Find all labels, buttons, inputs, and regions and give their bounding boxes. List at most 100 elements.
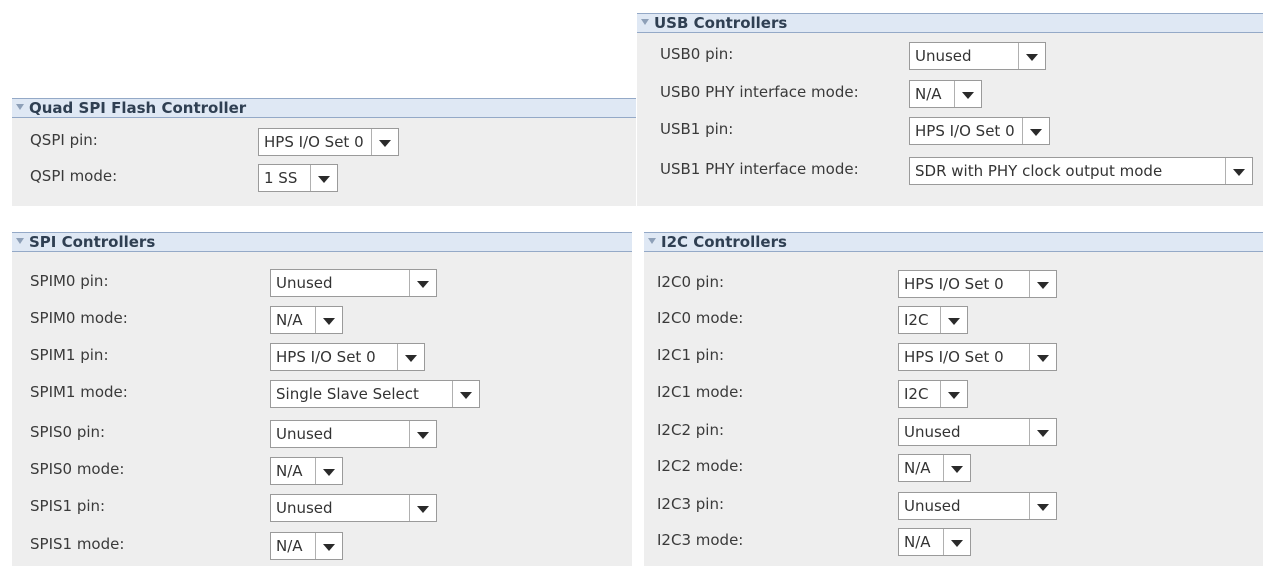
dropdown-button[interactable] (409, 421, 436, 447)
i2c1-mode-select[interactable]: I2C (898, 380, 968, 408)
panel-separator (0, 206, 1263, 232)
usb1-pin-select[interactable]: HPS I/O Set 0 (909, 117, 1050, 145)
i2c2-pin-label: I2C2 pin: (657, 421, 725, 439)
selected-value: HPS I/O Set 0 (264, 133, 364, 151)
i2c0-mode-row: I2C0 mode: I2C (644, 306, 1263, 334)
usb1-pin-row: USB1 pin: HPS I/O Set 0 (637, 117, 1263, 145)
dropdown-button[interactable] (1022, 118, 1049, 144)
spim0-mode-label: SPIM0 mode: (30, 309, 128, 327)
i2c0-mode-label: I2C0 mode: (657, 309, 744, 327)
spim1-pin-row: SPIM1 pin: HPS I/O Set 0 (12, 343, 632, 371)
dropdown-button[interactable] (943, 529, 970, 555)
chevron-down-icon (323, 544, 335, 551)
dropdown-button[interactable] (1029, 271, 1056, 297)
spis0-pin-label: SPIS0 pin: (30, 423, 106, 441)
dropdown-button[interactable] (1029, 344, 1056, 370)
spi-controllers-panel: SPI Controllers SPIM0 pin: Unused SPIM0 … (12, 232, 632, 566)
selected-value: N/A (915, 85, 942, 103)
chevron-down-icon (1037, 430, 1049, 437)
selected-value: Unused (276, 499, 333, 517)
dropdown-button[interactable] (315, 533, 342, 559)
spis0-mode-label: SPIS0 mode: (30, 460, 125, 478)
usb0-pin-select[interactable]: Unused (909, 42, 1046, 70)
spim0-mode-select[interactable]: N/A (270, 306, 343, 334)
i2c2-pin-row: I2C2 pin: Unused (644, 418, 1263, 446)
collapse-triangle-icon[interactable] (648, 238, 656, 244)
dropdown-button[interactable] (315, 458, 342, 484)
i2c3-mode-select[interactable]: N/A (898, 528, 971, 556)
i2c0-pin-select[interactable]: HPS I/O Set 0 (898, 270, 1057, 298)
dropdown-button[interactable] (315, 307, 342, 333)
collapse-triangle-icon[interactable] (641, 19, 649, 25)
collapse-triangle-icon[interactable] (16, 104, 24, 110)
spim1-mode-select[interactable]: Single Slave Select (270, 380, 480, 408)
spis0-mode-select[interactable]: N/A (270, 457, 343, 485)
spis1-pin-select[interactable]: Unused (270, 494, 437, 522)
spi-controllers-header[interactable]: SPI Controllers (12, 232, 632, 252)
collapse-triangle-icon[interactable] (16, 238, 24, 244)
selected-value: N/A (276, 462, 303, 480)
dropdown-button[interactable] (409, 270, 436, 296)
usb0-phy-mode-row: USB0 PHY interface mode: N/A (637, 80, 1263, 108)
spim0-pin-select[interactable]: Unused (270, 269, 437, 297)
chevron-down-icon (1037, 282, 1049, 289)
i2c1-mode-row: I2C1 mode: I2C (644, 380, 1263, 408)
qspi-controller-panel: Quad SPI Flash Controller QSPI pin: HPS … (12, 98, 636, 206)
i2c1-pin-select[interactable]: HPS I/O Set 0 (898, 343, 1057, 371)
spis1-mode-select[interactable]: N/A (270, 532, 343, 560)
dropdown-button[interactable] (1029, 419, 1056, 445)
spim0-pin-label: SPIM0 pin: (30, 272, 109, 290)
chevron-down-icon (417, 506, 429, 513)
usb1-phy-mode-label: USB1 PHY interface mode: (660, 160, 859, 178)
usb0-phy-mode-label: USB0 PHY interface mode: (660, 83, 859, 101)
dropdown-button[interactable] (409, 495, 436, 521)
spim1-pin-select[interactable]: HPS I/O Set 0 (270, 343, 425, 371)
spis1-mode-label: SPIS1 mode: (30, 535, 125, 553)
chevron-down-icon (1026, 54, 1038, 61)
dropdown-button[interactable] (397, 344, 424, 370)
i2c2-pin-select[interactable]: Unused (898, 418, 1057, 446)
selected-value: 1 SS (264, 169, 298, 187)
selected-value: N/A (276, 311, 303, 329)
dropdown-button[interactable] (371, 129, 398, 155)
chevron-down-icon (1037, 504, 1049, 511)
chevron-down-icon (951, 540, 963, 547)
selected-value: I2C (904, 385, 929, 403)
i2c3-mode-label: I2C3 mode: (657, 531, 744, 549)
dropdown-button[interactable] (940, 381, 967, 407)
chevron-down-icon (417, 281, 429, 288)
i2c3-pin-row: I2C3 pin: Unused (644, 492, 1263, 520)
usb-controllers-header[interactable]: USB Controllers (637, 13, 1263, 33)
dropdown-button[interactable] (1029, 493, 1056, 519)
usb0-pin-row: USB0 pin: Unused (637, 42, 1263, 70)
chevron-down-icon (379, 140, 391, 147)
i2c-controllers-header[interactable]: I2C Controllers (644, 232, 1263, 252)
usb1-phy-mode-select[interactable]: SDR with PHY clock output mode (909, 157, 1253, 185)
dropdown-button[interactable] (1225, 158, 1252, 184)
dropdown-button[interactable] (452, 381, 479, 407)
usb0-pin-label: USB0 pin: (660, 45, 734, 63)
i2c0-mode-select[interactable]: I2C (898, 306, 968, 334)
dropdown-button[interactable] (310, 165, 337, 191)
chevron-down-icon (948, 392, 960, 399)
spis0-pin-row: SPIS0 pin: Unused (12, 420, 632, 448)
qspi-mode-select[interactable]: 1 SS (258, 164, 338, 192)
panel-title: SPI Controllers (29, 233, 156, 251)
dropdown-button[interactable] (1018, 43, 1045, 69)
chevron-down-icon (1037, 355, 1049, 362)
qspi-mode-label: QSPI mode: (30, 167, 118, 185)
dropdown-button[interactable] (940, 307, 967, 333)
dropdown-button[interactable] (954, 81, 981, 107)
qspi-controller-header[interactable]: Quad SPI Flash Controller (12, 98, 636, 118)
dropdown-button[interactable] (943, 455, 970, 481)
selected-value: Unused (276, 425, 333, 443)
selected-value: N/A (904, 459, 931, 477)
i2c2-mode-row: I2C2 mode: N/A (644, 454, 1263, 482)
i2c3-pin-select[interactable]: Unused (898, 492, 1057, 520)
i2c2-mode-select[interactable]: N/A (898, 454, 971, 482)
selected-value: Single Slave Select (276, 385, 419, 403)
usb0-phy-mode-select[interactable]: N/A (909, 80, 982, 108)
qspi-pin-select[interactable]: HPS I/O Set 0 (258, 128, 399, 156)
spis0-pin-select[interactable]: Unused (270, 420, 437, 448)
spis0-mode-row: SPIS0 mode: N/A (12, 457, 632, 485)
